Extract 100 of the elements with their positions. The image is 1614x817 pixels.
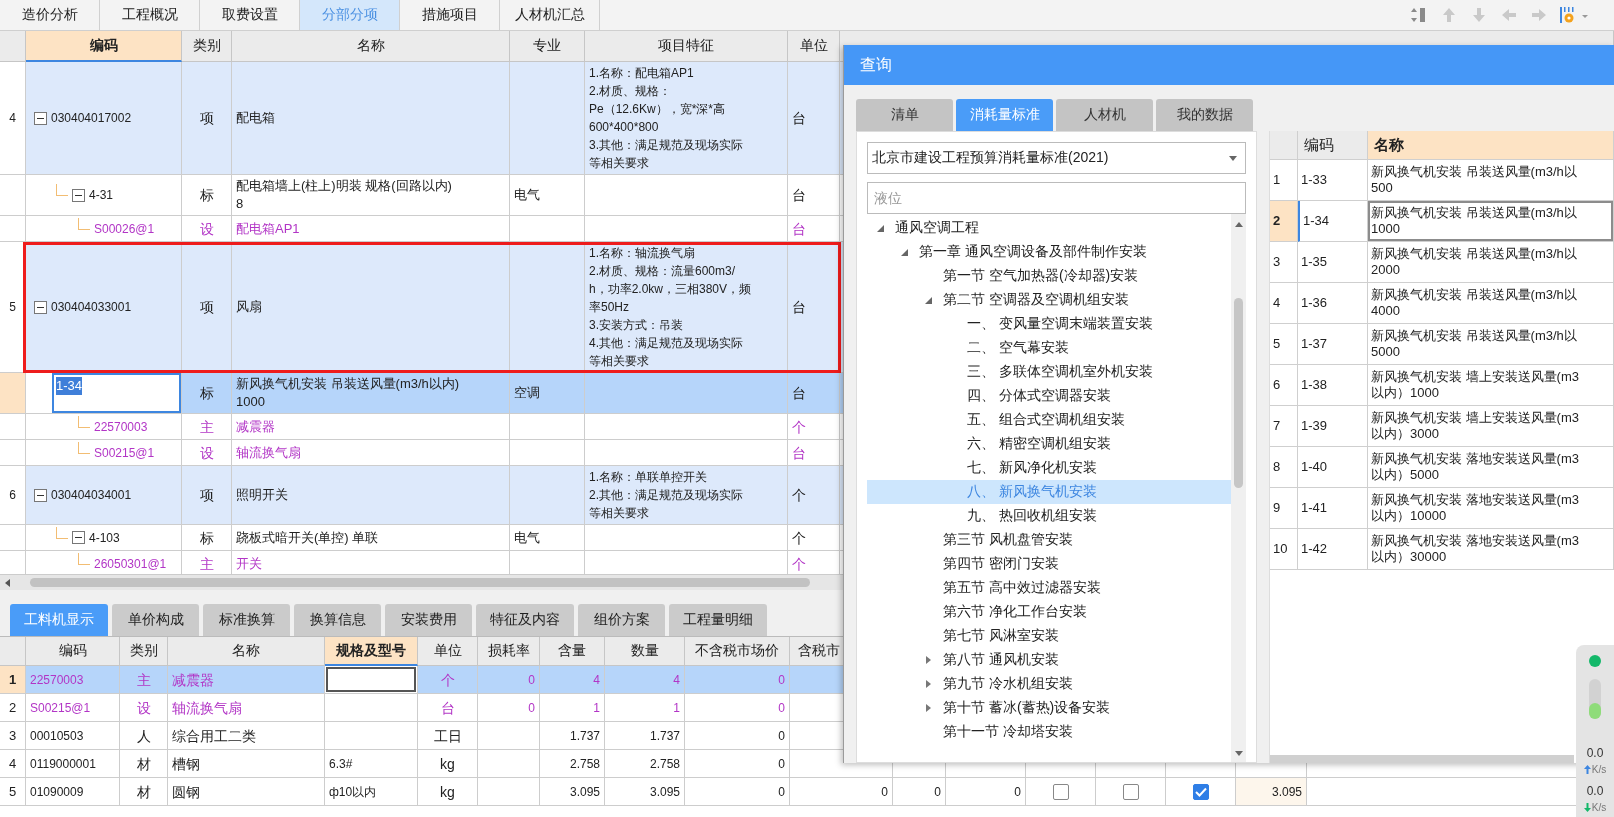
column-header[interactable]: 编码 xyxy=(1298,131,1368,160)
quota-code[interactable]: 1-38 xyxy=(1298,365,1368,406)
tree-item[interactable]: 七、 新风净化机安装 xyxy=(867,456,1231,480)
item-unit: 台 xyxy=(788,440,840,466)
content-value: 1 xyxy=(540,694,605,722)
column-header[interactable]: 编码 xyxy=(58,642,87,660)
quota-code[interactable]: 1-34 xyxy=(1298,201,1368,242)
collapse-icon[interactable] xyxy=(72,531,85,544)
quota-code[interactable]: 1-40 xyxy=(1298,447,1368,488)
checkbox[interactable] xyxy=(1192,783,1209,800)
quota-code[interactable]: 1-33 xyxy=(1298,160,1368,201)
scroll-up-icon[interactable] xyxy=(1233,220,1244,228)
scrollbar-thumb[interactable] xyxy=(30,578,810,587)
tree-item[interactable]: 第三节 风机盘管安装 xyxy=(867,528,1231,552)
column-header[interactable]: 不含税市场价 xyxy=(695,642,779,660)
item-type: 项 xyxy=(182,466,232,525)
tree-item[interactable]: 四、 分体式空调器安装 xyxy=(867,384,1231,408)
quota-name[interactable]: 新风换气机安装 吊装送风量(m3/h以 5000 xyxy=(1368,324,1614,365)
scrollbar-track[interactable] xyxy=(1270,755,1574,763)
tree-item[interactable]: 一、 变风量空调末端装置安装 xyxy=(867,312,1231,336)
quota-name[interactable]: 新风换气机安装 吊装送风量(m3/h以 1000 xyxy=(1368,201,1614,242)
column-header[interactable]: 名称 xyxy=(232,31,510,62)
tree-item[interactable]: 通风空调工程 xyxy=(867,216,1231,240)
tree-item[interactable]: 二、 空气幕安装 xyxy=(867,336,1231,360)
search-field[interactable]: 液位 xyxy=(867,182,1246,214)
resource-unit: 工日 xyxy=(418,722,478,750)
detail-tab[interactable]: 安装费用 xyxy=(385,604,472,636)
scroll-left-icon[interactable] xyxy=(4,577,12,588)
tree-item[interactable]: 第七节 风淋室安装 xyxy=(867,624,1231,648)
collapse-icon[interactable] xyxy=(34,111,47,125)
row-number: 4 xyxy=(1270,283,1298,324)
detail-tab[interactable]: 单价构成 xyxy=(112,604,199,636)
tree-item[interactable]: 第十节 蓄冰(蓄热)设备安装 xyxy=(867,696,1231,720)
column-header[interactable]: 含税市 xyxy=(798,642,840,660)
column-header[interactable]: 编码 xyxy=(26,31,182,62)
sort-icon[interactable] xyxy=(1410,6,1428,24)
checkbox[interactable] xyxy=(1122,783,1139,800)
collapsed-arrow-icon[interactable] xyxy=(923,679,933,689)
collapse-icon[interactable] xyxy=(34,300,47,314)
column-header[interactable]: 项目特征 xyxy=(585,31,788,62)
quota-code[interactable]: 1-37 xyxy=(1298,324,1368,365)
resource-name: 减震器 xyxy=(168,666,325,694)
settings-icon[interactable] xyxy=(1560,6,1590,24)
tree-item[interactable]: 第六节 净化工作台安装 xyxy=(867,600,1231,624)
column-header[interactable]: 规格及型号 xyxy=(336,641,406,660)
expanded-arrow-icon[interactable] xyxy=(875,223,885,233)
quota-code[interactable]: 1-36 xyxy=(1298,283,1368,324)
collapsed-arrow-icon[interactable] xyxy=(923,655,933,665)
column-header[interactable]: 损耗率 xyxy=(487,642,530,660)
column-header[interactable]: 专业 xyxy=(510,31,585,62)
dialog-tab[interactable]: 我的数据 xyxy=(1156,99,1253,131)
detail-tab[interactable]: 换算信息 xyxy=(294,604,381,636)
dialog-tab[interactable]: 清单 xyxy=(856,99,953,131)
column-header[interactable]: 单位 xyxy=(433,642,462,660)
expanded-arrow-icon[interactable] xyxy=(923,295,933,305)
tree-item[interactable]: 第一章 通风空调设备及部件制作安装 xyxy=(867,240,1231,264)
tree-item[interactable]: 第五节 高中效过滤器安装 xyxy=(867,576,1231,600)
column-header[interactable]: 单位 xyxy=(788,31,840,62)
quota-code[interactable]: 1-35 xyxy=(1298,242,1368,283)
quota-name[interactable]: 新风换气机安装 吊装送风量(m3/h以 500 xyxy=(1368,160,1614,201)
quota-name[interactable]: 新风换气机安装 吊装送风量(m3/h以 4000 xyxy=(1368,283,1614,324)
expanded-arrow-icon[interactable] xyxy=(899,247,909,257)
column-header[interactable]: 名称 xyxy=(1368,131,1614,160)
collapsed-arrow-icon[interactable] xyxy=(923,703,933,713)
quota-name[interactable]: 新风换气机安装 墙上安装送风量(m3 以内）1000 xyxy=(1368,365,1614,406)
column-header[interactable]: 类别 xyxy=(129,642,158,660)
quota-name[interactable]: 新风换气机安装 墙上安装送风量(m3 以内）3000 xyxy=(1368,406,1614,447)
column-header[interactable]: 数量 xyxy=(630,642,659,660)
tree-item[interactable]: 第四节 密闭门安装 xyxy=(867,552,1231,576)
detail-tab[interactable]: 标准换算 xyxy=(203,604,290,636)
library-select[interactable]: 北京市建设工程预算消耗量标准(2021) xyxy=(867,142,1246,174)
quota-name[interactable]: 新风换气机安装 落地安装送风量(m3 以内）10000 xyxy=(1368,488,1614,529)
scroll-down-icon[interactable] xyxy=(1233,750,1244,758)
tree-item[interactable]: 五、 组合式空调机组安装 xyxy=(867,408,1231,432)
tree-item[interactable]: 第九节 冷水机组安装 xyxy=(867,672,1231,696)
column-header[interactable]: 含量 xyxy=(558,642,586,660)
quota-name[interactable]: 新风换气机安装 落地安装送风量(m3 以内）5000 xyxy=(1368,447,1614,488)
detail-tab[interactable]: 工程量明细 xyxy=(669,604,767,636)
code-input[interactable]: 1-34 xyxy=(52,373,181,413)
collapse-icon[interactable] xyxy=(72,188,85,202)
tree-item[interactable]: 九、 热回收机组安装 xyxy=(867,504,1231,528)
checkbox[interactable] xyxy=(1052,783,1069,800)
quota-code[interactable]: 1-41 xyxy=(1298,488,1368,529)
tree-item[interactable]: 六、 精密空调机组安装 xyxy=(867,432,1231,456)
tree-item[interactable]: 第二节 空调器及空调机组安装 xyxy=(867,288,1231,312)
tree-item[interactable]: 第一节 空气加热器(冷却器)安装 xyxy=(867,264,1231,288)
tree-item[interactable]: 第八节 通风机安装 xyxy=(867,648,1231,672)
tree-item[interactable]: 三、 多联体空调机室外机安装 xyxy=(867,360,1231,384)
dialog-tab[interactable]: 人材机 xyxy=(1056,99,1153,131)
collapse-icon[interactable] xyxy=(34,488,47,502)
column-header[interactable]: 类别 xyxy=(182,31,232,62)
scrollbar-thumb[interactable] xyxy=(1234,298,1243,488)
column-header[interactable]: 名称 xyxy=(232,642,260,660)
quota-name[interactable]: 新风换气机安装 吊装送风量(m3/h以 2000 xyxy=(1368,242,1614,283)
detail-tab[interactable]: 特征及内容 xyxy=(476,604,574,636)
quota-code[interactable]: 1-42 xyxy=(1298,529,1368,570)
quota-name[interactable]: 新风换气机安装 落地安装送风量(m3 以内）30000 xyxy=(1368,529,1614,570)
detail-tab[interactable]: 组价方案 xyxy=(578,604,665,636)
tree-item[interactable]: 第十一节 冷却塔安装 xyxy=(867,720,1231,744)
quota-code[interactable]: 1-39 xyxy=(1298,406,1368,447)
